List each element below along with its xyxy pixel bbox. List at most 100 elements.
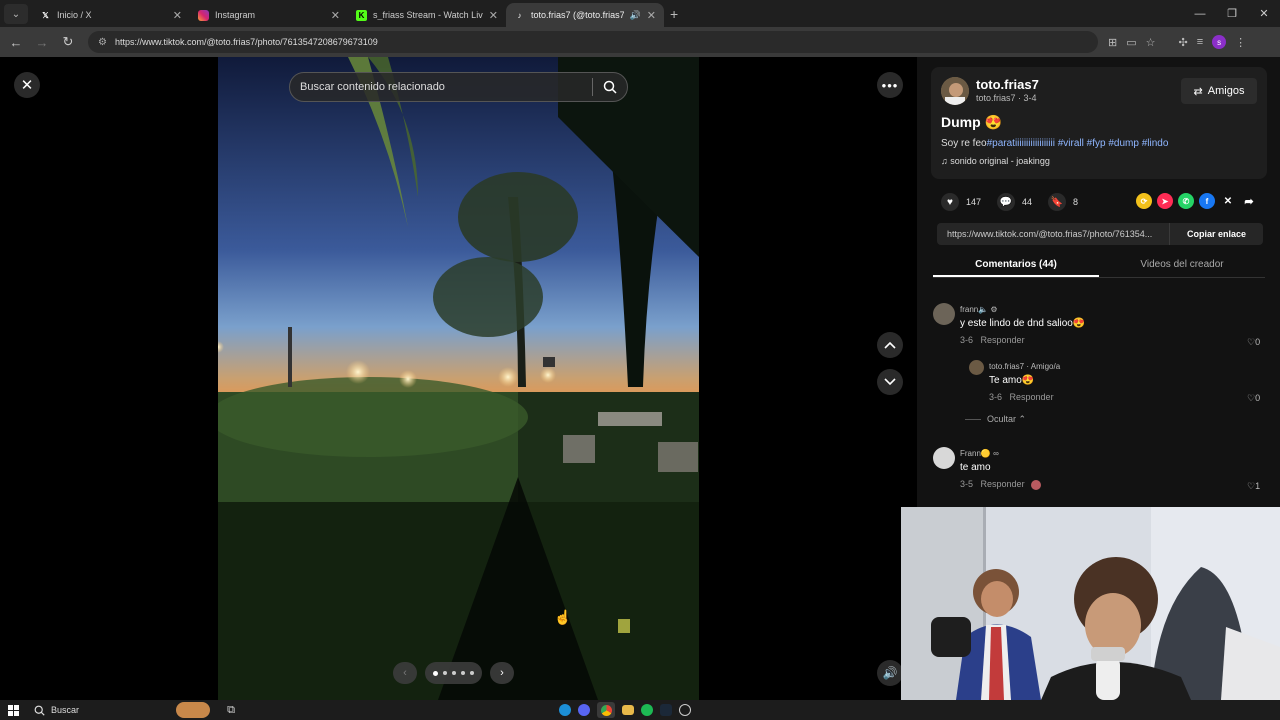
restore-button[interactable]: ❐ (1216, 0, 1248, 27)
photo-dot[interactable] (443, 671, 447, 675)
search-button[interactable] (593, 73, 627, 101)
facebook-icon[interactable]: f (1199, 193, 1215, 209)
music-link[interactable]: ♫ sonido original - joakingg (941, 156, 1050, 166)
profile-avatar[interactable]: s (1212, 35, 1227, 49)
browser-toolbar: ← → ↻ ⚙ https://www.tiktok.com/@toto.fri… (0, 27, 1280, 57)
forward-button[interactable]: → (30, 30, 54, 54)
reload-button[interactable]: ↻ (56, 30, 80, 54)
x-share-icon[interactable]: ✕ (1220, 193, 1236, 209)
reply-link[interactable]: Responder (1010, 392, 1054, 402)
minimize-button[interactable]: — (1184, 0, 1216, 27)
hashtag-link[interactable]: #dump (1108, 138, 1139, 149)
author-avatar[interactable] (941, 77, 969, 105)
hashtag-link[interactable]: #fyp (1087, 138, 1106, 149)
hashtag-link[interactable]: #virall (1058, 138, 1084, 149)
comment-like-button[interactable]: ♡0 (1247, 337, 1260, 348)
copy-link-button[interactable]: Copiar enlace (1169, 223, 1263, 245)
close-tab-icon[interactable]: ✕ (173, 9, 182, 22)
tab-x[interactable]: 𝕏 Inicio / X ✕ (32, 3, 190, 27)
hashtag-link[interactable]: #paratiiiiiiiiiiiiiiiiii (987, 138, 1055, 149)
author-name[interactable]: toto.frias7 (976, 77, 1039, 92)
photo-dot[interactable] (433, 670, 438, 676)
cast-icon[interactable]: ▭ (1126, 36, 1136, 49)
next-photo-button[interactable]: › (490, 662, 514, 684)
previous-post-button[interactable] (877, 332, 903, 358)
comment-meta: 3-6 Responder (960, 335, 1025, 345)
chrome-icon[interactable] (597, 702, 615, 718)
commenter-avatar[interactable] (933, 303, 955, 325)
close-viewer-button[interactable]: ✕ (14, 72, 40, 98)
spotify-icon[interactable] (641, 704, 653, 716)
heart-outline-icon: ♡ (1247, 337, 1256, 347)
caption-text: Soy re feo (941, 138, 987, 149)
next-post-button[interactable] (877, 369, 903, 395)
previous-photo-button[interactable]: ‹ (393, 662, 417, 684)
friends-label: Amigos (1207, 85, 1245, 97)
obs-icon[interactable] (679, 704, 691, 716)
steam-icon[interactable] (660, 704, 672, 716)
post-photo[interactable] (218, 57, 699, 700)
photo-dot[interactable] (452, 671, 456, 675)
tab-search-button[interactable]: ⌄ (4, 4, 28, 24)
like-button[interactable]: ♥ 147 (941, 193, 981, 211)
comment-body: y este lindo de dnd salioo (960, 318, 1073, 329)
close-tab-icon[interactable]: ✕ (331, 9, 340, 22)
new-tab-button[interactable]: + (670, 6, 678, 22)
search-highlight-icon[interactable] (176, 702, 210, 718)
address-bar[interactable]: ⚙ https://www.tiktok.com/@toto.frias7/ph… (88, 31, 1098, 53)
close-window-button[interactable]: ✕ (1248, 0, 1280, 27)
tab-tiktok[interactable]: ♪ toto.frias7 (@toto.frias7) | T 🔊 ✕ (506, 3, 664, 27)
tab-instagram[interactable]: Instagram ✕ (190, 3, 348, 27)
back-button[interactable]: ← (4, 30, 28, 54)
related-search-input[interactable] (290, 81, 592, 93)
comment-like-count: 0 (1255, 337, 1261, 347)
chrome-menu-icon[interactable]: ⋮ (1235, 36, 1246, 49)
commenter-name[interactable]: frann🔈 ⚙ (960, 305, 998, 314)
share-link-field[interactable]: https://www.tiktok.com/@toto.frias7/phot… (937, 223, 1169, 245)
reply-link[interactable]: Responder (981, 479, 1025, 489)
send-to-friends-icon[interactable]: ➤ (1157, 193, 1173, 209)
commenter-name[interactable]: toto.frias7 · Amigo/a (989, 362, 1060, 371)
friends-button[interactable]: ⇄ Amigos (1181, 78, 1257, 104)
share-arrow-icon[interactable]: ➦ (1241, 193, 1257, 209)
translate-icon[interactable]: ⊞ (1108, 36, 1117, 49)
commenter-avatar[interactable] (933, 447, 955, 469)
site-info-icon[interactable]: ⚙ (98, 37, 107, 48)
instagram-icon (198, 9, 209, 21)
hide-label: Ocultar (987, 414, 1017, 424)
reply-link[interactable]: Responder (981, 335, 1025, 345)
start-button[interactable] (0, 700, 26, 720)
commenter-avatar[interactable] (969, 360, 984, 375)
x-logo-icon: 𝕏 (42, 10, 49, 20)
chevron-up-icon (884, 341, 896, 349)
tab-creator-videos[interactable]: Videos del creador (1099, 254, 1265, 277)
hide-replies-button[interactable]: Ocultar ⌃ (965, 414, 1026, 425)
hashtag-link[interactable]: #lindo (1142, 138, 1169, 149)
task-view-icon[interactable]: ⧉ (222, 702, 240, 718)
taskbar-search[interactable]: Buscar (26, 700, 176, 720)
volume-button[interactable]: 🔊 (877, 660, 903, 686)
commenter-name[interactable]: Frann🟡 ∞ (960, 449, 999, 458)
photo-dot[interactable] (470, 671, 474, 675)
discord-icon[interactable] (578, 704, 590, 716)
photo-dot[interactable] (461, 671, 465, 675)
comment-like-button[interactable]: ♡1 (1247, 481, 1260, 492)
repost-icon[interactable]: ⟳ (1136, 193, 1152, 209)
comment-like-button[interactable]: ♡0 (1247, 393, 1260, 404)
more-options-button[interactable]: ••• (877, 72, 903, 98)
close-tab-icon[interactable]: ✕ (489, 9, 498, 22)
tab-kick[interactable]: K s_friass Stream - Watch Live on ✕ (348, 3, 506, 27)
speaker-icon[interactable]: 🔊 (630, 10, 641, 21)
comment-button[interactable]: 💬 44 (997, 193, 1032, 211)
close-tab-icon[interactable]: ✕ (647, 9, 656, 22)
comment-like-count: 1 (1255, 481, 1261, 491)
bookmark-star-icon[interactable]: ☆ (1146, 36, 1156, 49)
file-explorer-icon[interactable] (622, 705, 634, 715)
comment-body: Te amo (989, 375, 1022, 386)
tab-comments[interactable]: Comentarios (44) (933, 254, 1099, 277)
media-control-icon[interactable]: ≡ (1197, 36, 1203, 48)
save-button[interactable]: 🔖 8 (1048, 193, 1078, 211)
whatsapp-icon[interactable]: ✆ (1178, 193, 1194, 209)
edge-icon[interactable] (559, 704, 571, 716)
extensions-icon[interactable]: ✣ (1179, 36, 1188, 49)
